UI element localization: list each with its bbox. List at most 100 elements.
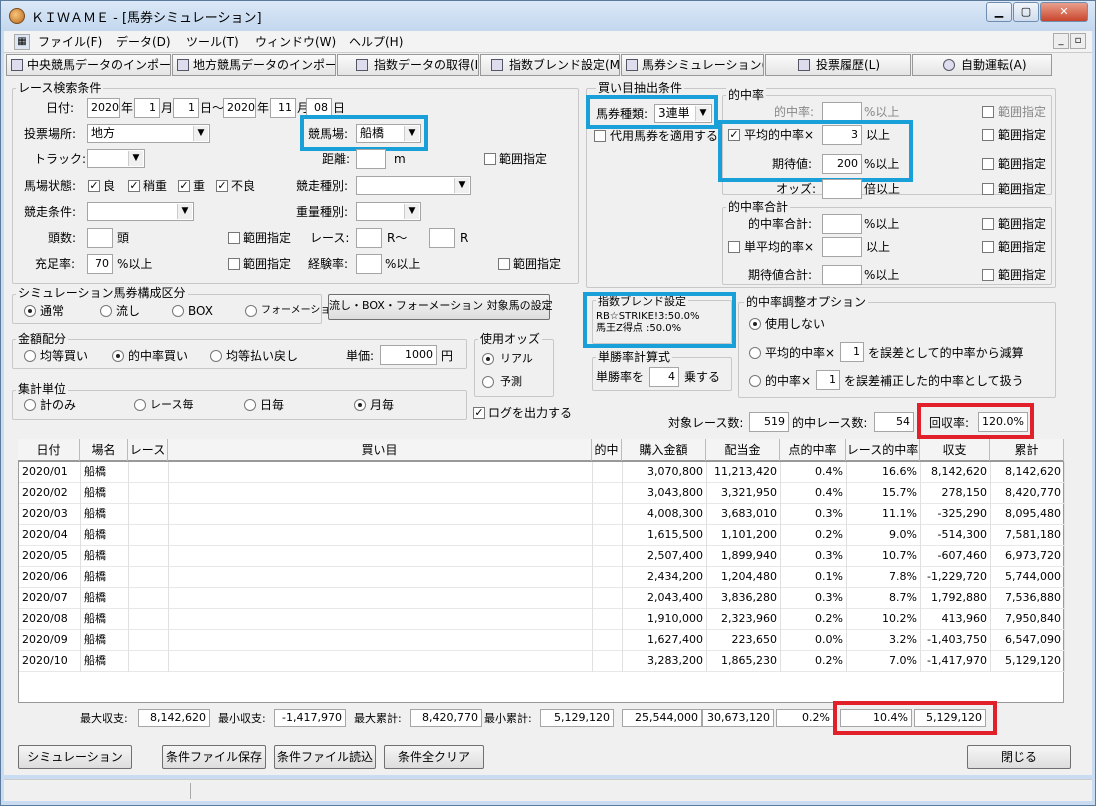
sum-hit-field[interactable]: [822, 214, 862, 234]
adjust-none-radio[interactable]: [749, 318, 761, 330]
mdi-doc-icon[interactable]: ▦: [14, 34, 30, 50]
column-header[interactable]: 累計: [990, 439, 1064, 461]
exp-field[interactable]: [356, 254, 382, 274]
amount-hitrate-radio[interactable]: [112, 350, 124, 362]
substitute-checkbox[interactable]: [594, 130, 606, 142]
table-row[interactable]: 2020/08 船橋 1,910,000 2,323,960 0.2% 10.2% 413,…: [19, 609, 1065, 630]
import-local-button[interactable]: 地方競馬データのインポート(N): [172, 54, 336, 76]
index-blend-button[interactable]: 指数ブレンド設定(M): [480, 54, 620, 76]
auto-run-button[interactable]: 自動運転(A): [912, 54, 1052, 76]
table-row[interactable]: 2020/04 船橋 1,615,500 1,101,200 0.2% 9.0% -514,…: [19, 525, 1065, 546]
heads-field[interactable]: [87, 228, 113, 248]
sim-box-radio[interactable]: [172, 305, 184, 317]
exp-range-checkbox[interactable]: [498, 258, 510, 270]
table-row[interactable]: 2020/06 船橋 2,434,200 1,204,480 0.1% 7.8% -1,22…: [19, 567, 1065, 588]
to-year-field[interactable]: 2020: [223, 98, 256, 118]
race-to-field[interactable]: [429, 228, 455, 248]
results-table[interactable]: 2020/01 船橋 3,070,800 11,213,420 0.4% 16.6% 8,1…: [18, 461, 1065, 703]
column-header[interactable]: 的中: [592, 439, 622, 461]
table-row[interactable]: 2020/09 船橋 1,627,400 223,650 0.0% 3.2% -1,403,…: [19, 630, 1065, 651]
simulate-button[interactable]: シミュレーション: [18, 745, 132, 769]
mdi-restore-icon[interactable]: ▫: [1070, 33, 1086, 49]
single-avg-field[interactable]: [822, 237, 862, 257]
hit-field[interactable]: [822, 102, 862, 122]
target-horses-button[interactable]: 流し・BOX・フォーメーション 対象馬の設定: [328, 294, 553, 320]
column-header[interactable]: レース: [128, 439, 168, 461]
table-row[interactable]: 2020/03 船橋 4,008,300 3,683,010 0.3% 11.1% -325…: [19, 504, 1065, 525]
from-year-field[interactable]: 2020: [87, 98, 120, 118]
amount-equal-payout-radio[interactable]: [210, 350, 222, 362]
maximize-button[interactable]: ▢: [1013, 2, 1039, 22]
sum-hit-range-checkbox[interactable]: [982, 218, 994, 230]
fetch-index-button[interactable]: 指数データの取得(I): [337, 54, 479, 76]
cond-bad-checkbox[interactable]: ✓: [216, 180, 228, 192]
fill-range-checkbox[interactable]: [228, 258, 240, 270]
from-day-field[interactable]: 1: [173, 98, 199, 118]
heads-range-checkbox[interactable]: [228, 232, 240, 244]
column-header[interactable]: 日付: [18, 439, 80, 461]
single-avg-range-checkbox[interactable]: [982, 241, 994, 253]
ticket-sim-button[interactable]: 馬券シミュレーション(B): [621, 54, 764, 76]
cond-slightly-heavy-checkbox[interactable]: ✓: [128, 180, 140, 192]
column-header[interactable]: 収支: [920, 439, 990, 461]
column-header[interactable]: レース的中率: [846, 439, 920, 461]
ev-sum-field[interactable]: [822, 265, 862, 285]
column-header[interactable]: 場名: [80, 439, 128, 461]
agg-race-radio[interactable]: [134, 399, 146, 411]
adjust-subtract-field[interactable]: 1: [840, 342, 864, 362]
avg-hit-range-checkbox[interactable]: [982, 129, 994, 141]
distance-field[interactable]: [356, 149, 386, 169]
table-row[interactable]: 2020/10 船橋 3,283,200 1,865,230 0.2% 7.0% -1,41…: [19, 651, 1065, 672]
adjust-correct-radio[interactable]: [749, 375, 761, 387]
menu-help[interactable]: ヘルプ(H): [349, 33, 403, 51]
table-row[interactable]: 2020/01 船橋 3,070,800 11,213,420 0.4% 16.6% 8,1…: [19, 462, 1065, 483]
table-row[interactable]: 2020/07 船橋 2,043,400 3,836,280 0.3% 8.7% 1,792…: [19, 588, 1065, 609]
from-month-field[interactable]: 1: [134, 98, 160, 118]
minimize-button[interactable]: ▁: [986, 2, 1012, 22]
ev-range-checkbox[interactable]: [982, 158, 994, 170]
close-button[interactable]: 閉じる: [967, 745, 1071, 769]
sim-formation-radio[interactable]: [245, 305, 257, 317]
column-header[interactable]: 点的中率: [780, 439, 846, 461]
column-header[interactable]: 購入金額: [622, 439, 706, 461]
adjust-subtract-radio[interactable]: [749, 347, 761, 359]
odds-forecast-radio[interactable]: [482, 376, 494, 388]
adjust-correct-field[interactable]: 1: [816, 370, 840, 390]
menu-window[interactable]: ウィンドウ(W): [255, 33, 336, 51]
sim-normal-radio[interactable]: [24, 305, 36, 317]
log-output-checkbox[interactable]: ✓: [473, 407, 485, 419]
save-conditions-button[interactable]: 条件ファイル保存: [162, 745, 266, 769]
mdi-minimize-icon[interactable]: _: [1053, 33, 1069, 49]
odds-range-checkbox[interactable]: [982, 183, 994, 195]
vote-history-button[interactable]: 投票履歴(L): [765, 54, 911, 76]
weight-type-select[interactable]: ▼: [356, 202, 421, 221]
race-from-field[interactable]: [356, 228, 382, 248]
cond-heavy-checkbox[interactable]: ✓: [178, 180, 190, 192]
agg-total-radio[interactable]: [24, 399, 36, 411]
column-header[interactable]: 配当金: [706, 439, 780, 461]
win-calc-field[interactable]: 4: [649, 367, 679, 387]
table-row[interactable]: 2020/02 船橋 3,043,800 3,321,950 0.4% 15.7% 278,…: [19, 483, 1065, 504]
track-select[interactable]: ▼: [87, 149, 145, 168]
amount-equal-radio[interactable]: [24, 350, 36, 362]
menu-data[interactable]: データ(D): [116, 33, 171, 51]
odds-threshold-field[interactable]: [822, 179, 862, 199]
single-avg-checkbox[interactable]: [728, 241, 740, 253]
import-central-button[interactable]: 中央競馬データのインポート(J): [6, 54, 171, 76]
sim-nagashi-radio[interactable]: [100, 305, 112, 317]
price-field[interactable]: 1000: [380, 345, 437, 365]
column-header[interactable]: 買い目: [168, 439, 592, 461]
clear-conditions-button[interactable]: 条件全クリア: [384, 745, 484, 769]
agg-month-radio[interactable]: [354, 399, 366, 411]
menu-file[interactable]: ファイル(F): [38, 33, 102, 51]
fill-field[interactable]: 70: [87, 254, 113, 274]
venue-select[interactable]: 地方 ▼: [87, 124, 210, 143]
cond-good-checkbox[interactable]: ✓: [88, 180, 100, 192]
load-conditions-button[interactable]: 条件ファイル読込: [274, 745, 376, 769]
menu-tools[interactable]: ツール(T): [186, 33, 239, 51]
race-type-select[interactable]: ▼: [356, 176, 471, 195]
to-month-field[interactable]: 11: [270, 98, 296, 118]
race-cond-select[interactable]: ▼: [87, 202, 194, 221]
agg-day-radio[interactable]: [244, 399, 256, 411]
odds-real-radio[interactable]: [482, 353, 494, 365]
